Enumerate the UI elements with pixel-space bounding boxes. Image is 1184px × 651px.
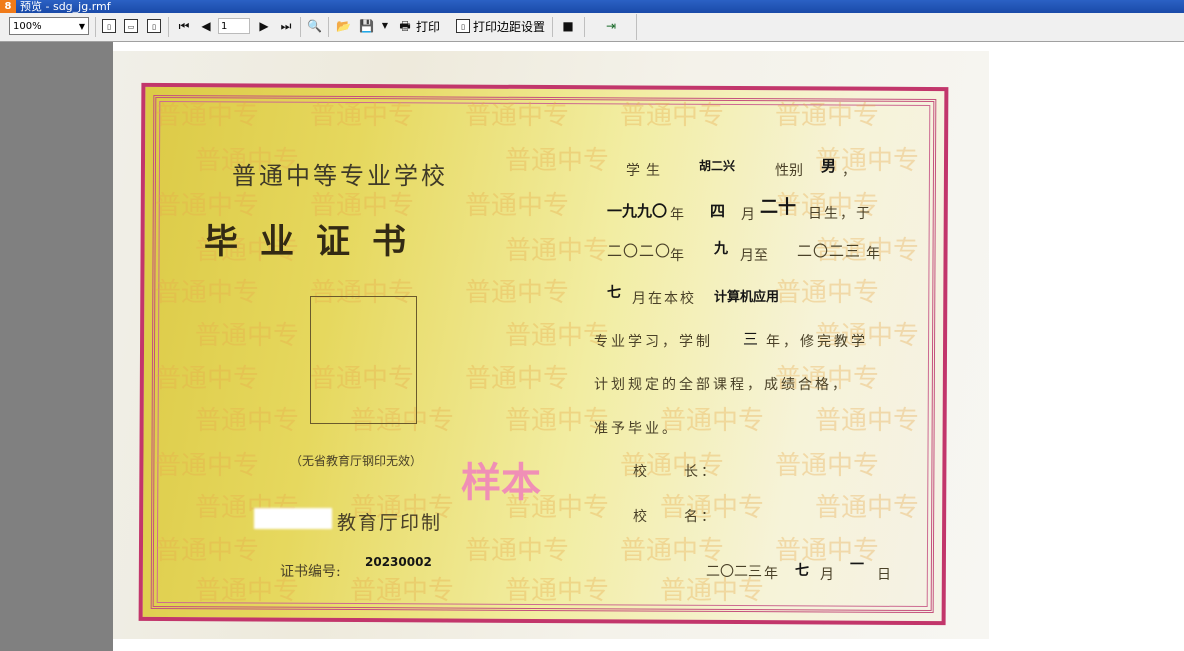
gender-value: 男: [821, 157, 837, 175]
year-char: 年: [670, 207, 684, 223]
chevron-down-icon[interactable]: ▼: [378, 19, 392, 33]
watermark: 普通中专: [775, 101, 880, 131]
end-year: 二〇二三: [797, 242, 862, 260]
issue-month: 七: [795, 563, 809, 579]
comma: ，: [842, 163, 856, 179]
watermark: 普通中专: [155, 101, 260, 131]
watermark: 普通中专: [465, 536, 570, 566]
app-icon: 8: [0, 0, 16, 13]
major: 计算机应用: [714, 290, 780, 305]
open-folder-icon[interactable]: 📂: [336, 19, 351, 33]
toolbar-separator: [584, 17, 585, 37]
gender-label: 性别: [775, 163, 803, 179]
next-page-icon[interactable]: ▶: [257, 19, 271, 33]
study-text-1: 专业学习，学制: [594, 334, 713, 350]
watermark: 普通中专: [775, 278, 880, 308]
graduate-text: 准予毕业。: [594, 421, 679, 437]
toolbar-separator: [636, 14, 637, 40]
watermark: 普通中专: [815, 406, 920, 436]
toolbar-separator: [95, 17, 96, 37]
toolbar-separator: [300, 17, 301, 37]
photo-placeholder: [310, 296, 417, 424]
watermark: 普通中专: [620, 101, 725, 131]
issue-day-char: 日: [877, 567, 891, 583]
watermark: 普通中专: [465, 364, 570, 394]
previous-page-icon[interactable]: ◀: [199, 19, 213, 33]
cert-no: 20230002: [365, 555, 432, 569]
watermark: 普通中专: [155, 451, 260, 481]
study-text-2: 年，修完教学: [766, 334, 868, 350]
year-char: 年: [670, 248, 684, 264]
page-width-icon[interactable]: ▭: [124, 19, 138, 33]
watermark: 普通中专: [155, 536, 260, 566]
issue-year-char: 年: [764, 566, 778, 582]
student-name: 胡二兴: [699, 159, 736, 173]
sample-mark: 样本: [461, 460, 541, 506]
print-button[interactable]: 打印: [416, 17, 440, 37]
duration: 三: [743, 330, 759, 348]
watermark: 普通中专: [465, 278, 570, 308]
toolbar-separator: [168, 17, 169, 37]
watermark: 普通中专: [815, 493, 920, 523]
watermark: 普通中专: [195, 406, 300, 436]
plan-text: 计划规定的全部课程，成绩合格，: [594, 377, 849, 393]
issuer-text: 教育厅印制: [337, 512, 443, 534]
watermark: 普通中专: [155, 278, 260, 308]
toolbar-separator: [552, 17, 553, 37]
birth-month: 四: [710, 202, 726, 220]
printer-icon[interactable]: 🖶: [398, 19, 412, 33]
save-icon[interactable]: 💾: [359, 19, 374, 33]
search-icon[interactable]: 🔍: [307, 19, 322, 33]
exit-icon[interactable]: ⇥: [604, 19, 618, 33]
born-text: 日生，于: [808, 206, 872, 222]
month-to: 月至: [740, 248, 768, 264]
start-year: 二〇二〇: [607, 242, 672, 260]
photo-note: （无省教育厅钢印无效）: [290, 454, 423, 468]
window-title: 预览 - sdg_jg.rmf: [20, 0, 111, 13]
page-number-input[interactable]: 1: [218, 18, 250, 34]
watermark: 普通中专: [505, 146, 610, 176]
full-page-icon[interactable]: ▯: [147, 19, 161, 33]
cert-no-label: 证书编号:: [280, 564, 341, 580]
left-panel: [0, 42, 113, 651]
birth-day: 二十: [760, 197, 796, 218]
certificate-title: 毕业证书: [204, 222, 428, 262]
birth-year: 一九九〇: [607, 202, 668, 220]
watermark: 普通中专: [775, 451, 880, 481]
first-page-icon[interactable]: ⏮: [177, 19, 191, 33]
watermark: 普通中专: [465, 101, 570, 131]
watermark: 普通中专: [155, 364, 260, 394]
last-page-icon[interactable]: ⏭: [279, 19, 293, 33]
watermark: 普通中专: [505, 576, 610, 606]
chevron-down-icon[interactable]: ▼: [79, 18, 85, 36]
start-month: 九: [714, 241, 728, 257]
month-char: 月: [741, 207, 755, 223]
print-margin-button[interactable]: 打印边距设置: [473, 17, 545, 37]
zoom-select[interactable]: 100% ▼: [9, 17, 89, 35]
watermark: 普通中专: [465, 191, 570, 221]
at-school: 月在本校: [632, 291, 696, 307]
watermark: 普通中专: [310, 101, 415, 131]
watermark: 普通中专: [350, 576, 455, 606]
issue-month-char: 月: [820, 567, 834, 583]
school-name-label: 校 名：: [633, 509, 718, 525]
student-label: 学生: [626, 163, 666, 179]
window-titlebar: 8 预览 - sdg_jg.rmf: [0, 0, 1184, 13]
toolbar-separator: [328, 17, 329, 37]
single-page-icon[interactable]: ▯: [102, 19, 116, 33]
watermark: 普通中专: [505, 236, 610, 266]
redacted-province: [254, 508, 332, 529]
end-month: 七: [607, 285, 621, 301]
issue-day: 一: [850, 557, 864, 573]
principal-label: 校 长：: [633, 464, 718, 480]
page-setup-icon[interactable]: ▯: [456, 19, 470, 33]
issue-year: 二〇二三: [706, 564, 762, 580]
zoom-value: 100%: [13, 21, 42, 32]
school-type: 普通中等专业学校: [232, 162, 448, 190]
year-char: 年: [866, 246, 880, 262]
watermark: 普通中专: [195, 321, 300, 351]
square-icon[interactable]: ■: [561, 19, 575, 33]
